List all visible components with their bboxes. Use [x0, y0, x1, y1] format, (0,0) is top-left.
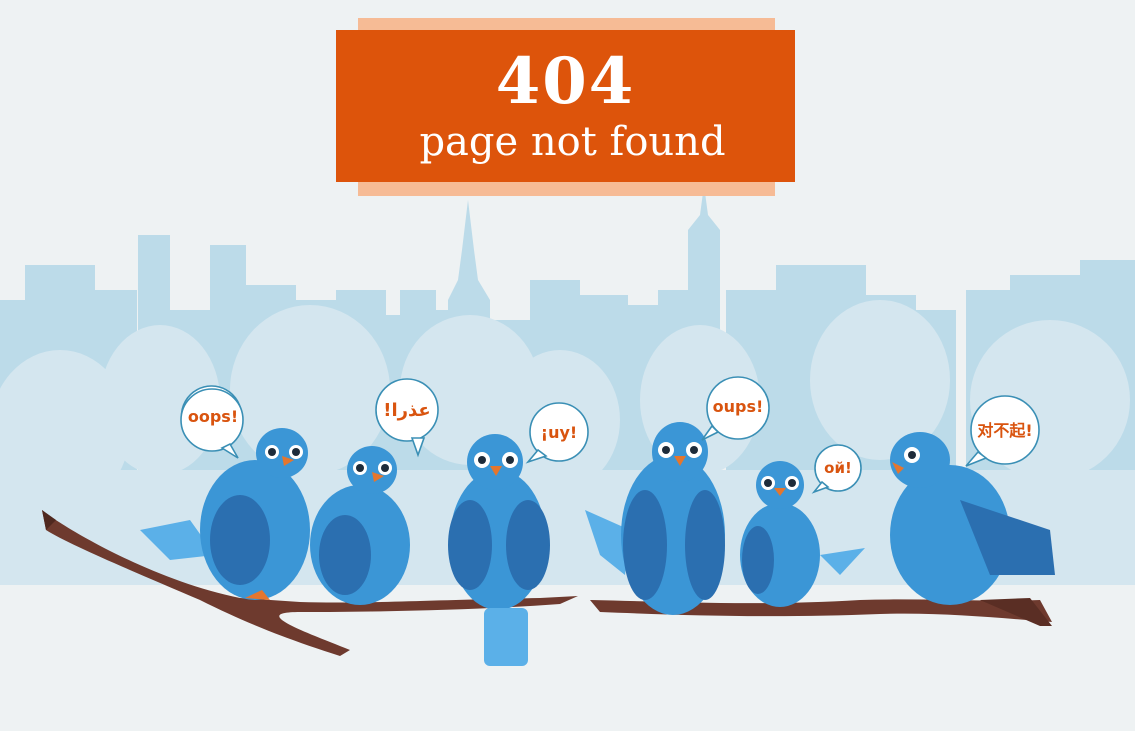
error-message: page not found — [419, 119, 726, 165]
speech-bubble-text: oups! — [713, 397, 764, 416]
error-code: 404 — [495, 44, 636, 119]
speech-bubble-text: !عذرا — [383, 400, 430, 421]
speech-bubble-text: oops! — [188, 407, 238, 426]
speech-bubble-text: ой! — [824, 459, 852, 477]
speech-bubble-text: ¡uy! — [541, 423, 577, 442]
speech-bubble-text: 对不起! — [977, 421, 1032, 440]
error-banner: 404 page not found — [336, 30, 795, 182]
speech-bubble-oy: ой! — [811, 444, 862, 494]
